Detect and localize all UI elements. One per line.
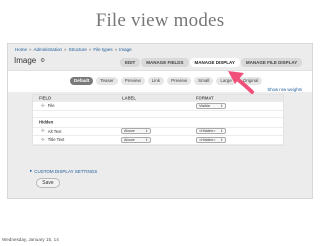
tab-manage-display[interactable]: MANAGE DISPLAY bbox=[189, 58, 240, 67]
breadcrumb-administration[interactable]: Administration bbox=[34, 47, 63, 52]
header-format: FORMAT bbox=[196, 95, 214, 101]
expand-icon: ▸ bbox=[30, 168, 33, 173]
view-mode-original[interactable]: Original bbox=[238, 77, 263, 85]
tab-manage-file-display[interactable]: MANAGE FILE DISPLAY bbox=[240, 58, 303, 67]
view-mode-bar: Default Teaser Preview Link Preview Smal… bbox=[8, 70, 312, 92]
tab-manage-fields[interactable]: MANAGE FIELDS bbox=[141, 58, 189, 67]
format-select-value: <Hidden> bbox=[199, 129, 216, 134]
label-select-value: Above bbox=[124, 129, 135, 134]
field-name: File bbox=[47, 103, 55, 109]
view-mode-preview-2[interactable]: Preview bbox=[167, 77, 192, 85]
label-select[interactable]: Above ⇕ bbox=[121, 128, 151, 135]
view-mode-tabs: Default Teaser Preview Link Preview Smal… bbox=[70, 77, 263, 85]
field-cell: ✣ File bbox=[41, 103, 55, 109]
custom-display-settings-label: CUSTOM DISPLAY SETTINGS bbox=[34, 168, 98, 174]
view-mode-preview[interactable]: Preview bbox=[120, 77, 145, 85]
header-label: LABEL bbox=[122, 95, 136, 101]
table-row: ✣ Title Text Above ⇕ <Hidden> ⇕ bbox=[33, 136, 283, 145]
table-region-row: Hidden bbox=[33, 118, 283, 128]
breadcrumb: Home » Administration » Structure » File… bbox=[15, 47, 132, 52]
breadcrumb-separator: » bbox=[114, 47, 118, 52]
label-select-value: Above bbox=[124, 137, 135, 142]
select-arrow-icon: ⇕ bbox=[145, 137, 148, 142]
page-title-text: Image bbox=[14, 56, 37, 65]
breadcrumb-image[interactable]: Image bbox=[119, 47, 132, 52]
region-title: Hidden bbox=[39, 119, 54, 125]
table-row: ✣ Alt Text Above ⇕ <Hidden> ⇕ bbox=[33, 128, 283, 136]
label-select[interactable]: Above ⇕ bbox=[121, 136, 151, 143]
view-mode-teaser[interactable]: Teaser bbox=[96, 77, 118, 85]
field-name: Title Text bbox=[47, 137, 65, 143]
custom-display-settings-toggle[interactable]: ▸ CUSTOM DISPLAY SETTINGS bbox=[30, 168, 97, 174]
select-arrow-icon: ⇕ bbox=[145, 129, 148, 134]
show-row-weights-link[interactable]: Show row weights bbox=[267, 87, 302, 92]
drag-handle-icon[interactable]: ✣ bbox=[41, 103, 45, 109]
field-name: Alt Text bbox=[47, 128, 62, 134]
format-select-value: <Hidden> bbox=[199, 137, 216, 142]
field-cell: ✣ Title Text bbox=[41, 137, 64, 143]
breadcrumb-separator: » bbox=[88, 47, 92, 52]
field-cell: ✣ Alt Text bbox=[41, 128, 61, 134]
select-arrow-icon: ⇕ bbox=[220, 129, 223, 134]
footer-date: Wednesday, January 15, 14 bbox=[2, 237, 59, 242]
select-arrow-icon: ⇕ bbox=[220, 137, 223, 142]
format-select[interactable]: <Hidden> ⇕ bbox=[196, 128, 226, 135]
view-mode-large[interactable]: Large bbox=[216, 77, 236, 85]
breadcrumb-structure[interactable]: Structure bbox=[69, 47, 87, 52]
drag-handle-icon[interactable]: ✣ bbox=[41, 128, 45, 134]
format-select[interactable]: Visible ⇕ bbox=[196, 102, 226, 109]
fields-table: FIELD LABEL FORMAT ✣ File Visible ⇕ Hidd… bbox=[32, 94, 284, 146]
page-title: Image ⚙ bbox=[14, 56, 45, 65]
table-header-row: FIELD LABEL FORMAT bbox=[33, 95, 283, 102]
admin-page: Home » Administration » Structure » File… bbox=[7, 43, 313, 199]
view-mode-small[interactable]: Small bbox=[194, 77, 214, 85]
primary-tabs: EDIT MANAGE FIELDS MANAGE DISPLAY MANAGE… bbox=[120, 58, 303, 67]
table-row: ✣ File Visible ⇕ bbox=[33, 102, 283, 111]
breadcrumb-separator: » bbox=[64, 47, 67, 52]
view-mode-link[interactable]: Link bbox=[147, 77, 165, 85]
save-button[interactable]: Save bbox=[36, 178, 60, 188]
gear-icon[interactable]: ⚙ bbox=[40, 58, 45, 64]
drag-handle-icon[interactable]: ✣ bbox=[41, 137, 45, 143]
select-arrow-icon: ⇕ bbox=[220, 103, 223, 108]
header-field: FIELD bbox=[39, 95, 52, 101]
breadcrumb-home[interactable]: Home bbox=[15, 47, 27, 52]
slide-title: File view modes bbox=[95, 10, 225, 31]
breadcrumb-file-types[interactable]: File types bbox=[93, 47, 112, 52]
tab-edit[interactable]: EDIT bbox=[120, 58, 141, 67]
table-row-spacer bbox=[33, 111, 283, 118]
view-mode-default[interactable]: Default bbox=[70, 77, 94, 85]
format-select[interactable]: <Hidden> ⇕ bbox=[196, 136, 226, 143]
format-select-value: Visible bbox=[199, 103, 211, 108]
breadcrumb-separator: » bbox=[29, 47, 32, 52]
